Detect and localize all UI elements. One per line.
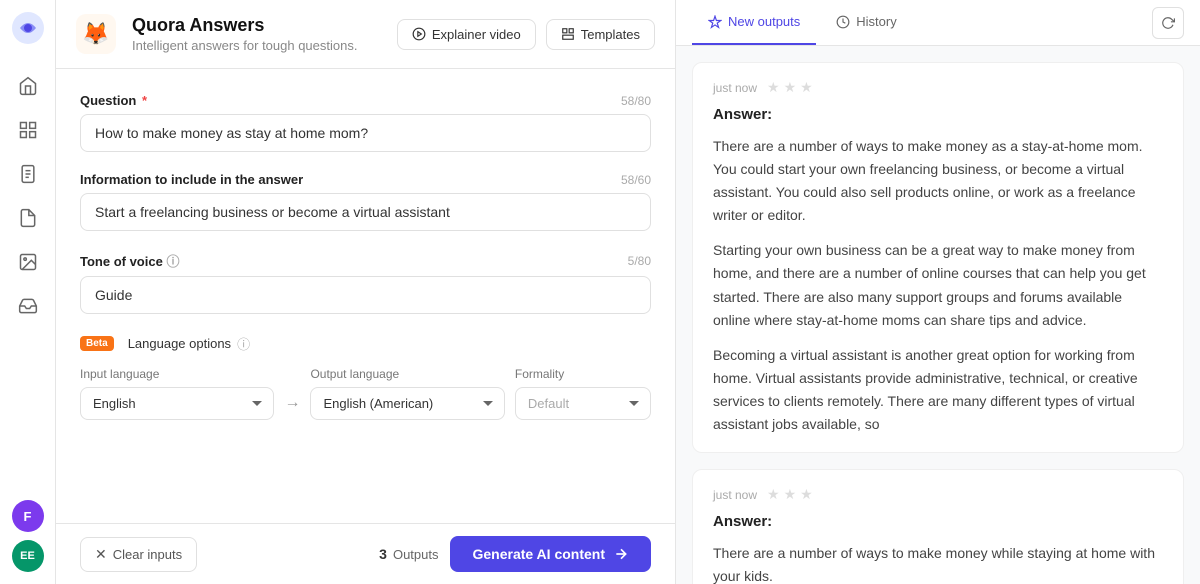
outputs-count: 3 Outputs — [379, 546, 438, 562]
rating-stars-1[interactable]: ★ ★ ★ — [767, 79, 813, 96]
sidebar: F EE — [0, 0, 56, 584]
question-group: Question * 58/80 — [80, 93, 651, 152]
star-4[interactable]: ★ — [767, 486, 780, 503]
output-content-area: just now ★ ★ ★ Answer: There are a numbe… — [676, 46, 1200, 584]
clear-inputs-button[interactable]: ✕ Clear inputs — [80, 537, 197, 572]
right-panel: New outputs History just now ★ ★ ★ — [676, 0, 1200, 584]
timestamp-2: just now — [713, 488, 757, 502]
templates-button[interactable]: Templates — [546, 19, 655, 50]
output-text-1: There are a number of ways to make money… — [713, 135, 1163, 436]
sidebar-item-inbox[interactable] — [10, 288, 46, 324]
x-icon: ✕ — [95, 546, 107, 563]
output-block-1: just now ★ ★ ★ Answer: There are a numbe… — [692, 62, 1184, 453]
information-group: Information to include in the answer 58/… — [80, 172, 651, 231]
output-meta-1: just now ★ ★ ★ — [713, 79, 1163, 96]
generate-button[interactable]: Generate AI content — [450, 536, 651, 572]
outputs-label: Outputs — [393, 547, 439, 562]
required-mark: * — [138, 93, 147, 108]
right-header-actions — [1152, 7, 1184, 39]
tool-info: Quora Answers Intelligent answers for to… — [132, 15, 357, 53]
header-actions: Explainer video Templates — [397, 19, 655, 50]
output-paragraph-2-1: There are a number of ways to make money… — [713, 542, 1163, 584]
star-6[interactable]: ★ — [800, 486, 813, 503]
tone-info-icon: ⓘ — [166, 254, 179, 269]
output-label-2: Answer: — [713, 513, 1163, 530]
output-meta-2: just now ★ ★ ★ — [713, 486, 1163, 503]
sidebar-item-image[interactable] — [10, 244, 46, 280]
tool-icon: 🦊 — [76, 14, 116, 54]
right-panel-header: New outputs History — [676, 0, 1200, 46]
tone-label-row: Tone of voice ⓘ 5/80 — [80, 251, 651, 270]
sidebar-item-grid[interactable] — [10, 112, 46, 148]
information-char-count: 58/60 — [621, 173, 651, 187]
refresh-icon — [1161, 16, 1175, 30]
information-label: Information to include in the answer — [80, 172, 303, 187]
arrow-icon: → — [284, 394, 300, 412]
question-char-count: 58/80 — [621, 94, 651, 108]
rating-stars-2[interactable]: ★ ★ ★ — [767, 486, 813, 503]
output-label-1: Answer: — [713, 106, 1163, 123]
formality-select[interactable]: Default Formal Informal — [515, 387, 651, 420]
language-options-section: Beta Language options ⓘ Input language E… — [80, 334, 651, 420]
output-paragraph-1-1: There are a number of ways to make money… — [713, 135, 1163, 227]
main-content: 🦊 Quora Answers Intelligent answers for … — [56, 0, 1200, 584]
clock-icon — [836, 15, 850, 29]
user-avatar-f[interactable]: F — [12, 500, 44, 532]
output-language-label: Output language — [310, 367, 504, 381]
information-label-row: Information to include in the answer 58/… — [80, 172, 651, 187]
question-input[interactable] — [80, 114, 651, 152]
formality-col: Formality Default Formal Informal — [515, 367, 651, 420]
tab-new-outputs[interactable]: New outputs — [692, 0, 816, 45]
question-label-row: Question * 58/80 — [80, 93, 651, 108]
input-language-label: Input language — [80, 367, 274, 381]
left-panel: 🦊 Quora Answers Intelligent answers for … — [56, 0, 676, 584]
play-icon — [412, 27, 426, 41]
form-area: Question * 58/80 Information to include … — [56, 69, 675, 523]
app-logo[interactable] — [12, 12, 44, 44]
output-text-2: There are a number of ways to make money… — [713, 542, 1163, 584]
tool-subtitle: Intelligent answers for tough questions. — [132, 38, 357, 53]
input-language-col: Input language English Spanish French Ge… — [80, 367, 274, 420]
beta-badge: Beta — [80, 336, 114, 351]
star-1[interactable]: ★ — [767, 79, 780, 96]
language-options-label-row: Beta Language options ⓘ — [80, 334, 651, 353]
arrow-right-icon — [613, 546, 629, 562]
tool-title: Quora Answers — [132, 15, 357, 36]
output-block-2: just now ★ ★ ★ Answer: There are a numbe… — [692, 469, 1184, 584]
question-label: Question * — [80, 93, 147, 108]
explainer-video-button[interactable]: Explainer video — [397, 19, 536, 50]
output-language-col: Output language English (American) Engli… — [310, 367, 504, 420]
sidebar-item-home[interactable] — [10, 68, 46, 104]
refresh-button[interactable] — [1152, 7, 1184, 39]
sidebar-item-file[interactable] — [10, 200, 46, 236]
tab-history[interactable]: History — [820, 0, 912, 45]
sparkle-icon — [708, 15, 722, 29]
tool-header: 🦊 Quora Answers Intelligent answers for … — [56, 0, 675, 69]
formality-label: Formality — [515, 367, 651, 381]
output-paragraph-1-2: Starting your own business can be a grea… — [713, 239, 1163, 331]
star-2[interactable]: ★ — [784, 79, 797, 96]
sidebar-item-document[interactable] — [10, 156, 46, 192]
tone-group: Tone of voice ⓘ 5/80 — [80, 251, 651, 314]
tone-input[interactable] — [80, 276, 651, 314]
user-avatar-ee[interactable]: EE — [12, 540, 44, 572]
output-language-select[interactable]: English (American) English (British) Spa… — [310, 387, 504, 420]
outputs-number: 3 — [379, 546, 387, 562]
output-paragraph-1-3: Becoming a virtual assistant is another … — [713, 344, 1163, 436]
language-row: Input language English Spanish French Ge… — [80, 367, 651, 420]
star-5[interactable]: ★ — [784, 486, 797, 503]
information-input[interactable] — [80, 193, 651, 231]
language-options-label: Language options — [128, 336, 231, 351]
tone-label: Tone of voice ⓘ — [80, 251, 179, 270]
language-info-icon: ⓘ — [237, 334, 250, 353]
timestamp-1: just now — [713, 81, 757, 95]
template-icon — [561, 27, 575, 41]
input-language-select[interactable]: English Spanish French German — [80, 387, 274, 420]
tone-char-count: 5/80 — [628, 254, 651, 268]
star-3[interactable]: ★ — [800, 79, 813, 96]
bottom-bar: ✕ Clear inputs 3 Outputs Generate AI con… — [56, 523, 675, 584]
